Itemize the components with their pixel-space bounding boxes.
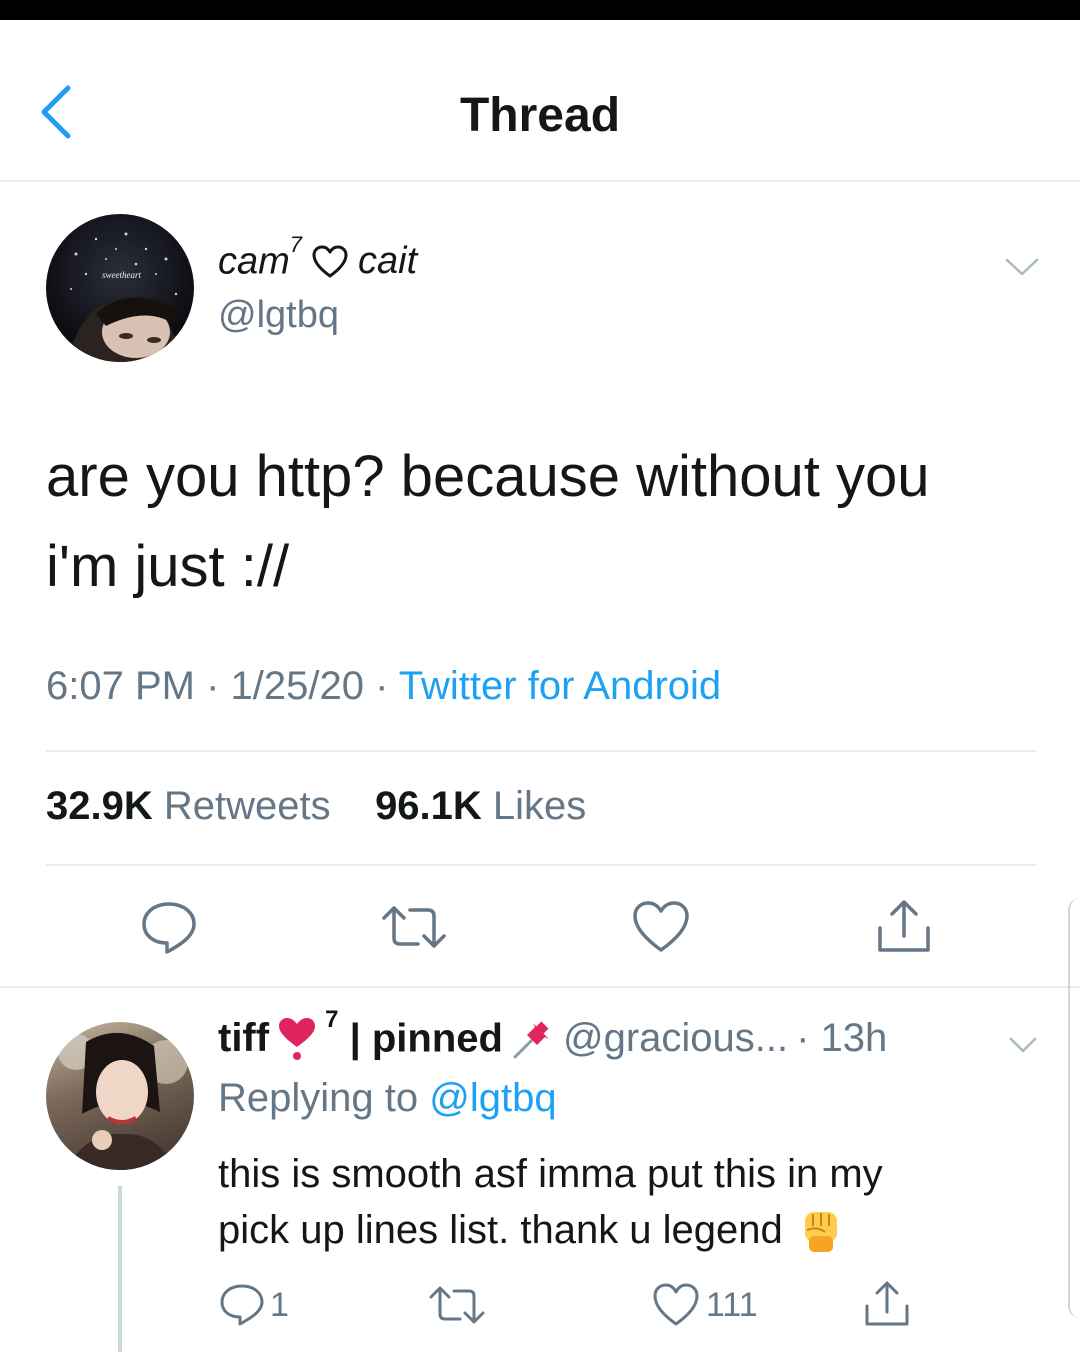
like-button[interactable] [632, 900, 690, 954]
reply-text: this is smooth asf imma put this in my p… [218, 1146, 1048, 1258]
reply-display-name: tiff [218, 1016, 270, 1061]
divider [46, 750, 1036, 752]
retweet-icon [382, 906, 446, 948]
avatar-image [58, 1032, 188, 1170]
like-icon [653, 1283, 699, 1326]
retweet-button[interactable] [380, 902, 448, 952]
thread-header: Thread [0, 20, 1080, 182]
display-name-right: cait [358, 240, 418, 283]
chevron-down-icon [1005, 258, 1039, 276]
page-title: Thread [459, 89, 621, 142]
likes-stat[interactable]: 96.1K Likes [375, 784, 586, 828]
reply-like-button[interactable] [652, 1282, 700, 1328]
display-name-left: cam7 [218, 232, 303, 283]
reply-count: 1 [270, 1286, 289, 1324]
raised-fist-emoji-icon [804, 1212, 837, 1252]
tweet-meta: 6:07 PM · 1/25/20 · Twitter for Android [46, 664, 721, 709]
reply-menu-button[interactable] [1008, 1032, 1038, 1056]
reply-share-button[interactable] [862, 1280, 912, 1328]
chevron-down-icon [1009, 1037, 1037, 1053]
reply-time: · 13h [796, 1016, 888, 1061]
pushpin-emoji-icon [513, 1021, 549, 1059]
replying-to-label: Replying to [218, 1076, 430, 1120]
replying-to: Replying to @lgtbq [218, 1076, 557, 1121]
heart-exclamation-emoji-icon [279, 1017, 316, 1060]
status-bar [0, 0, 1080, 20]
divider [0, 986, 1080, 988]
tweet-stats: 32.9K Retweets 96.1K Likes [46, 784, 586, 829]
share-button[interactable] [874, 898, 934, 954]
reply-name-suffix: 7 | pinned [325, 1006, 503, 1061]
heart-outline-icon [312, 245, 348, 278]
tweet-timestamp: 6:07 PM · 1/25/20 · [46, 664, 399, 708]
avatar[interactable] [46, 1022, 194, 1170]
like-icon [633, 901, 689, 952]
avatar-caption: sweetheart [102, 270, 141, 280]
reply-reply-button[interactable] [218, 1282, 266, 1328]
reply-text-line: this is smooth asf imma put this in my [218, 1152, 883, 1196]
tweet-menu-button[interactable] [1004, 252, 1040, 280]
reply-button[interactable] [140, 900, 198, 956]
retweets-stat[interactable]: 32.9K Retweets [46, 784, 331, 828]
scrollbar[interactable] [1068, 898, 1080, 1318]
divider [46, 864, 1036, 866]
display-name[interactable]: cam7 cait [218, 232, 418, 284]
tweet-text: are you http? because without you i'm ju… [46, 432, 1036, 612]
reply-icon [220, 1284, 264, 1326]
share-icon [865, 1281, 909, 1326]
reply-like-count: 111 [706, 1286, 758, 1324]
reply-text-line: pick up lines list. thank u legend [218, 1202, 1048, 1258]
replying-to-mention[interactable]: @lgtbq [429, 1076, 556, 1120]
avatar[interactable]: sweetheart [46, 214, 194, 362]
share-icon [878, 900, 930, 952]
tweet-text-line: are you http? because without you [46, 444, 930, 509]
thread-connector [118, 1186, 122, 1352]
retweet-icon [429, 1286, 485, 1324]
reply-icon [142, 902, 196, 954]
avatar-image [66, 232, 181, 362]
reply-author-line[interactable]: tiff 7 | pinned @gracious... · 13h [218, 1006, 888, 1061]
reply-retweet-button[interactable] [428, 1284, 486, 1326]
reply-handle: @gracious... [562, 1016, 789, 1061]
tweet-text-line: i'm just :// [46, 534, 290, 599]
tweet-source-link[interactable]: Twitter for Android [399, 664, 721, 708]
user-handle[interactable]: @lgtbq [218, 294, 339, 337]
